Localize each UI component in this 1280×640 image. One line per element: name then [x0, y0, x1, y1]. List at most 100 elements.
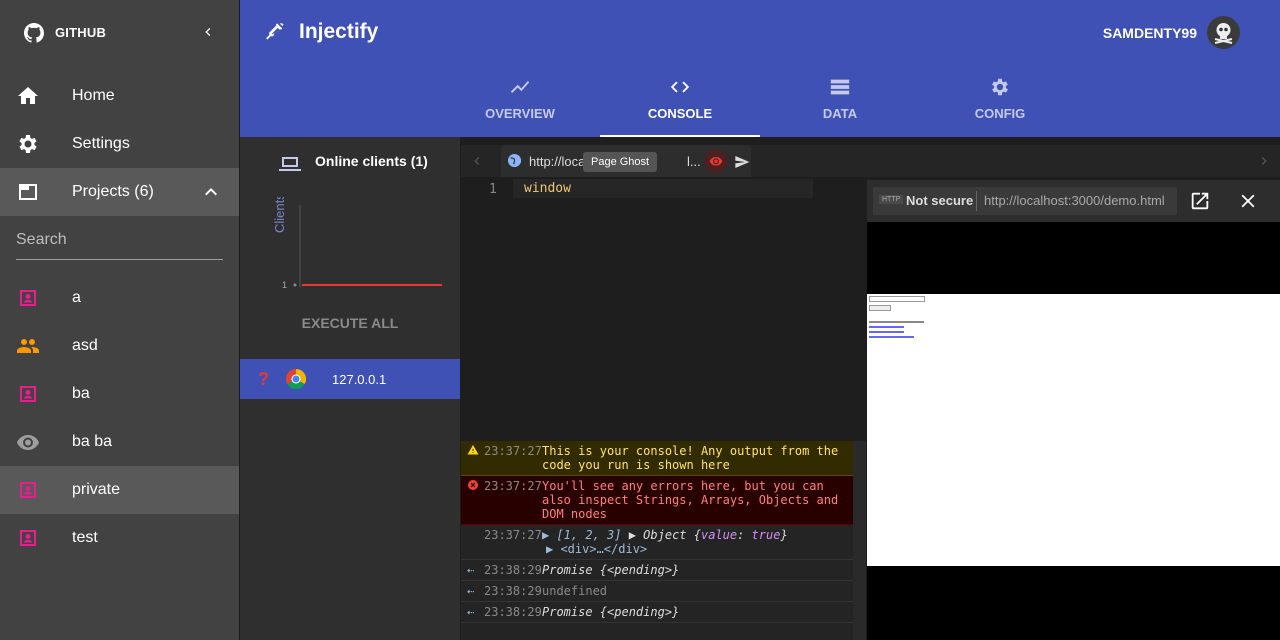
console-text: This is your console! Any output from th… [542, 444, 839, 472]
tab-bar: OVERVIEW CONSOLE DATA CONFIG [240, 65, 1280, 137]
console-timestamp: 23:38:29 [484, 563, 542, 577]
scrollbar[interactable] [853, 441, 866, 640]
preview-text-line [869, 321, 924, 323]
console-text: ▶ [1, 2, 3] [542, 528, 622, 542]
http-badge: HTTP [879, 195, 904, 204]
code-text[interactable]: window [524, 181, 571, 196]
console-line-error: 23:37:27 You'll see any errors here, but… [461, 476, 853, 525]
gear-icon [992, 78, 1008, 96]
window-icon [19, 184, 37, 200]
code-editor[interactable]: 1 window [461, 177, 866, 440]
project-item[interactable]: a [0, 274, 239, 322]
sidebar-item-home[interactable]: Home [0, 72, 239, 120]
tab-config[interactable]: CONFIG [920, 65, 1080, 137]
laptop-icon [279, 157, 301, 171]
app-header: Injectify SAMDENTY99 [240, 0, 1280, 65]
home-icon [18, 87, 38, 104]
console-output: 23:37:27 This is your console! Any outpu… [461, 441, 853, 640]
syringe-icon [266, 23, 284, 40]
return-icon: ⇠ [467, 563, 475, 577]
console-line-result: ⇠ 23:38:29 Promise {<pending>} [461, 602, 853, 623]
github-label: GITHUB [55, 25, 107, 40]
username[interactable]: SAMDENTY99 [1103, 25, 1197, 41]
console-line-result: ⇠ 23:38:29 Promise {<pending>} [461, 560, 853, 581]
project-item[interactable]: ba [0, 370, 239, 418]
address-bar[interactable]: HTTP Not secure http://localhost:3000/de… [873, 187, 1177, 215]
console-timestamp: 23:38:29 [484, 584, 542, 598]
console-timestamp: 23:37:27 [484, 444, 542, 458]
person-icon [20, 530, 36, 546]
search-field[interactable] [16, 226, 223, 260]
sidebar-item-label: Home [72, 87, 115, 104]
return-icon: ⇠ [467, 605, 475, 619]
security-label: Not secure [906, 193, 974, 208]
console-object[interactable]: ▶ Object {value: true} [629, 528, 788, 542]
page-preview: HTTP Not secure http://localhost:3000/de… [867, 180, 1280, 640]
eye-icon [709, 156, 723, 166]
sidebar-item-label: Projects (6) [72, 183, 154, 200]
return-icon: ⇠ [467, 584, 475, 598]
sidebar-item-projects[interactable]: Projects (6) [0, 168, 239, 216]
console-timestamp: 23:37:27 [484, 528, 542, 542]
sidebar-header: GITHUB [0, 0, 239, 65]
preview-toolbar: HTTP Not secure http://localhost:3000/de… [867, 180, 1280, 222]
preview-link [869, 331, 904, 333]
question-icon: ? [258, 369, 269, 389]
console-text: Promise {<pending>} [542, 563, 680, 577]
clients-chart: Clients 1 [272, 197, 442, 290]
app-title: Injectify [299, 20, 379, 43]
chevron-left-icon[interactable] [200, 24, 216, 40]
tab-label: CONSOLE [647, 106, 713, 121]
person-icon [20, 290, 36, 306]
client-row[interactable]: ? 127.0.0.1 [240, 359, 460, 399]
open-external-icon[interactable] [1189, 190, 1211, 212]
console-line-object[interactable]: 23:37:27 ▶ [1, 2, 3] ▶ Object {value: tr… [461, 525, 853, 560]
chart-y-label: Clients [272, 197, 287, 233]
project-item[interactable]: private [0, 466, 239, 514]
preview-button [869, 305, 891, 311]
storage-icon [830, 79, 850, 95]
tab-label: OVERVIEW [485, 106, 555, 121]
sidebar-item-settings[interactable]: Settings [0, 120, 239, 168]
execute-all-button[interactable]: EXECUTE ALL [240, 315, 460, 331]
chevron-up-icon[interactable] [199, 180, 223, 204]
console-text: undefined [542, 584, 608, 598]
chevron-left-icon[interactable] [469, 153, 485, 169]
globe-icon [507, 153, 522, 168]
sidebar: GITHUB Home Settings Projects (6) a asd … [0, 0, 239, 640]
console-timestamp: 23:38:29 [484, 605, 542, 619]
tab-console[interactable]: CONSOLE [600, 65, 760, 137]
tab-data[interactable]: DATA [760, 65, 920, 137]
preview-page[interactable] [867, 294, 1280, 566]
project-label: test [72, 529, 98, 546]
console-line-warning: 23:37:27 This is your console! Any outpu… [461, 441, 853, 476]
ghost-toggle[interactable] [704, 149, 728, 173]
divider [976, 191, 977, 211]
person-icon [20, 386, 36, 402]
line-number: 1 [489, 182, 497, 197]
tooltip: Page Ghost [583, 152, 658, 172]
chart-tick-label: 1 [282, 280, 287, 290]
gear-icon [19, 135, 37, 153]
console-dom-node[interactable]: ▶ <div>…</div> [542, 542, 647, 556]
project-item[interactable]: test [0, 514, 239, 562]
chevron-right-icon[interactable] [1256, 153, 1272, 169]
send-icon[interactable] [734, 154, 750, 170]
search-input[interactable] [16, 231, 223, 249]
project-label: a [72, 289, 81, 306]
project-label: ba [72, 385, 90, 402]
avatar[interactable] [1207, 16, 1240, 49]
close-icon[interactable] [1237, 190, 1259, 212]
chrome-icon [286, 369, 306, 389]
tab-label: DATA [822, 106, 858, 121]
project-item[interactable]: ba ba [0, 418, 239, 466]
client-ip: 127.0.0.1 [332, 372, 387, 387]
project-item[interactable]: asd [0, 322, 239, 370]
project-label: private [72, 481, 121, 498]
tab-label: CONFIG [974, 106, 1026, 121]
tab-overview[interactable]: OVERVIEW [440, 65, 600, 137]
preview-input [869, 296, 925, 302]
console-text: You'll see any errors here, but you can … [542, 479, 839, 521]
project-label: ba ba [72, 433, 113, 450]
warning-icon [467, 445, 479, 455]
